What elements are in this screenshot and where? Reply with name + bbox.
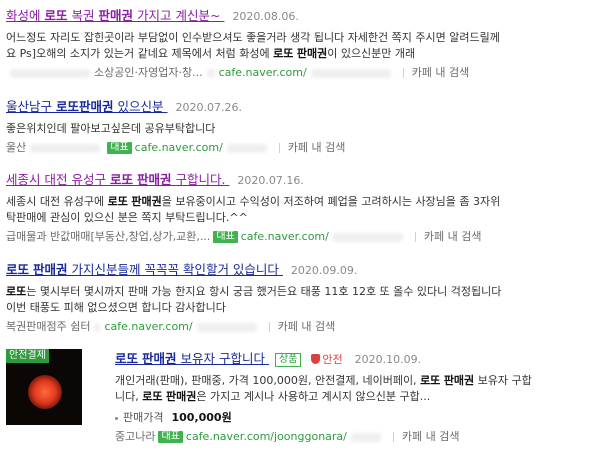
price-value: 100,000원 <box>171 411 232 424</box>
blurred-text <box>310 68 391 78</box>
representative-badge: 대표 <box>158 431 183 443</box>
cafe-search-link[interactable]: 카페 내 검색 <box>278 319 336 335</box>
cafe-search-link[interactable]: 카페 내 검색 <box>412 65 470 81</box>
safe-badge: 안전 <box>311 353 343 366</box>
cafe-name: 급매물과 반값매매[부동산,창업,상가,교환,... <box>6 230 211 243</box>
search-result: 울산남구 로또판매권 있으신분 2020.07.26. 좋은위치인데 팔아보고싶… <box>6 99 594 156</box>
blurred-text <box>350 432 381 442</box>
cafe-name: 소상공인·자영업자·창... <box>94 66 203 79</box>
blurred-text <box>94 322 101 332</box>
result-title-link[interactable]: 울산남구 로또판매권 있으신분 <box>6 99 168 114</box>
blurred-text <box>332 232 403 242</box>
result-meta: 울산 대표 cafe.naver.com/ 카페 내 검색 <box>6 140 594 156</box>
search-result: 화성에 로또 복권 판매권 가지고 계신분~ 2020.08.06. 어느정도 … <box>6 8 594 81</box>
cafe-search-link[interactable]: 카페 내 검색 <box>288 140 346 156</box>
cafe-search-link[interactable]: 카페 내 검색 <box>402 429 460 445</box>
result-title: 로또 판매권 보유자 구합니다 상품 안전 2020.10.09. <box>115 351 594 368</box>
result-title: 로또 판매권 가지신분들께 꼭꼭꼭 확인할거 있습니다 2020.09.09. <box>6 262 594 279</box>
result-description: 좋은위치인데 팔아보고싶은데 공유부탁합니다 <box>6 122 216 135</box>
sunset-image <box>28 375 62 409</box>
blurred-text <box>196 322 257 332</box>
result-title-link[interactable]: 세종시 대전 유성구 로또 판매권 구합니다. <box>6 172 229 187</box>
result-meta: 소상공인·자영업자·창... cafe.naver.com/ 카페 내 검색 <box>6 65 594 81</box>
product-badge: 상품 <box>274 353 302 367</box>
bullet-icon <box>115 416 118 420</box>
divider <box>402 68 404 78</box>
result-date: 2020.07.16. <box>237 174 304 187</box>
divider <box>268 322 270 332</box>
result-date: 2020.10.09. <box>354 353 422 366</box>
result-description: 어느정도 자리도 잡힌곳이라 부담없이 인수받으셔도 좋을거라 생각 됩니다 자… <box>6 31 500 60</box>
result-title-link[interactable]: 로또 판매권 가지신분들께 꼭꼭꼭 확인할거 있습니다 <box>6 262 283 277</box>
result-description: 로또는 몇시부터 몇시까지 판매 가능 한지요 항시 궁금 했거든요 태풍 11… <box>6 285 502 314</box>
cafe-name: 복권판매점주 쉼터 <box>6 320 91 333</box>
representative-badge: 대표 <box>213 231 238 243</box>
divider <box>392 432 394 442</box>
safe-payment-label: 안전결제 <box>6 349 49 363</box>
divider <box>414 232 416 242</box>
result-meta: 급매물과 반값매매[부동산,창업,상가,교환,... 대표 cafe.naver… <box>6 229 594 245</box>
result-date: 2020.08.06. <box>232 10 299 23</box>
result-title: 화성에 로또 복권 판매권 가지고 계신분~ 2020.08.06. <box>6 8 594 25</box>
divider <box>278 143 280 153</box>
blurred-text <box>206 68 215 78</box>
representative-badge: 대표 <box>107 142 132 154</box>
result-title: 세종시 대전 유성구 로또 판매권 구합니다. 2020.07.16. <box>6 172 594 189</box>
result-title: 울산남구 로또판매권 있으신분 2020.07.26. <box>6 99 594 116</box>
result-url[interactable]: cafe.naver.com/ <box>135 140 223 156</box>
result-description: 세종시 대전 유성구에 로또 판매권을 보유중이시고 수익성이 저조하여 폐업을… <box>6 195 501 224</box>
result-url[interactable]: cafe.naver.com/ <box>241 229 329 245</box>
search-result: 로또 판매권 보유자 구합니다 상품 안전 2020.10.09. 개인거래(판… <box>115 351 594 445</box>
result-meta: 복권판매점주 쉼터 cafe.naver.com/ 카페 내 검색 <box>6 319 594 335</box>
shield-icon <box>311 354 321 364</box>
result-description: 개인거래(판매), 판매중, 가격 100,000원, 안전결제, 네이버페이,… <box>115 374 532 403</box>
blurred-text <box>10 68 90 78</box>
price-label: 판매가격 <box>123 411 164 424</box>
result-date: 2020.09.09. <box>290 264 358 277</box>
result-url[interactable]: cafe.naver.com/joonggonara/ <box>186 429 347 445</box>
result-meta: 중고나라 대표 cafe.naver.com/joonggonara/ 카페 내… <box>115 429 594 445</box>
result-title-link[interactable]: 화성에 로또 복권 판매권 가지고 계신분~ <box>6 8 224 23</box>
cafe-name: 중고나라 <box>115 430 156 443</box>
result-url[interactable]: cafe.naver.com/ <box>104 319 192 335</box>
cafe-name: 울산 <box>6 141 27 154</box>
price-row: 판매가격 100,000원 <box>115 410 594 426</box>
result-thumbnail[interactable]: 안전결제 <box>6 349 82 425</box>
result-url[interactable]: cafe.naver.com/ <box>219 65 307 81</box>
search-result: 로또 판매권 가지신분들께 꼭꼭꼭 확인할거 있습니다 2020.09.09. … <box>6 262 594 335</box>
search-result: 세종시 대전 유성구 로또 판매권 구합니다. 2020.07.16. 세종시 … <box>6 172 594 245</box>
result-date: 2020.07.26. <box>175 101 242 114</box>
blurred-text <box>30 143 101 153</box>
cafe-search-link[interactable]: 카페 내 검색 <box>424 229 482 245</box>
blurred-text <box>226 143 267 153</box>
result-title-link[interactable]: 로또 판매권 보유자 구합니다 <box>115 351 269 366</box>
